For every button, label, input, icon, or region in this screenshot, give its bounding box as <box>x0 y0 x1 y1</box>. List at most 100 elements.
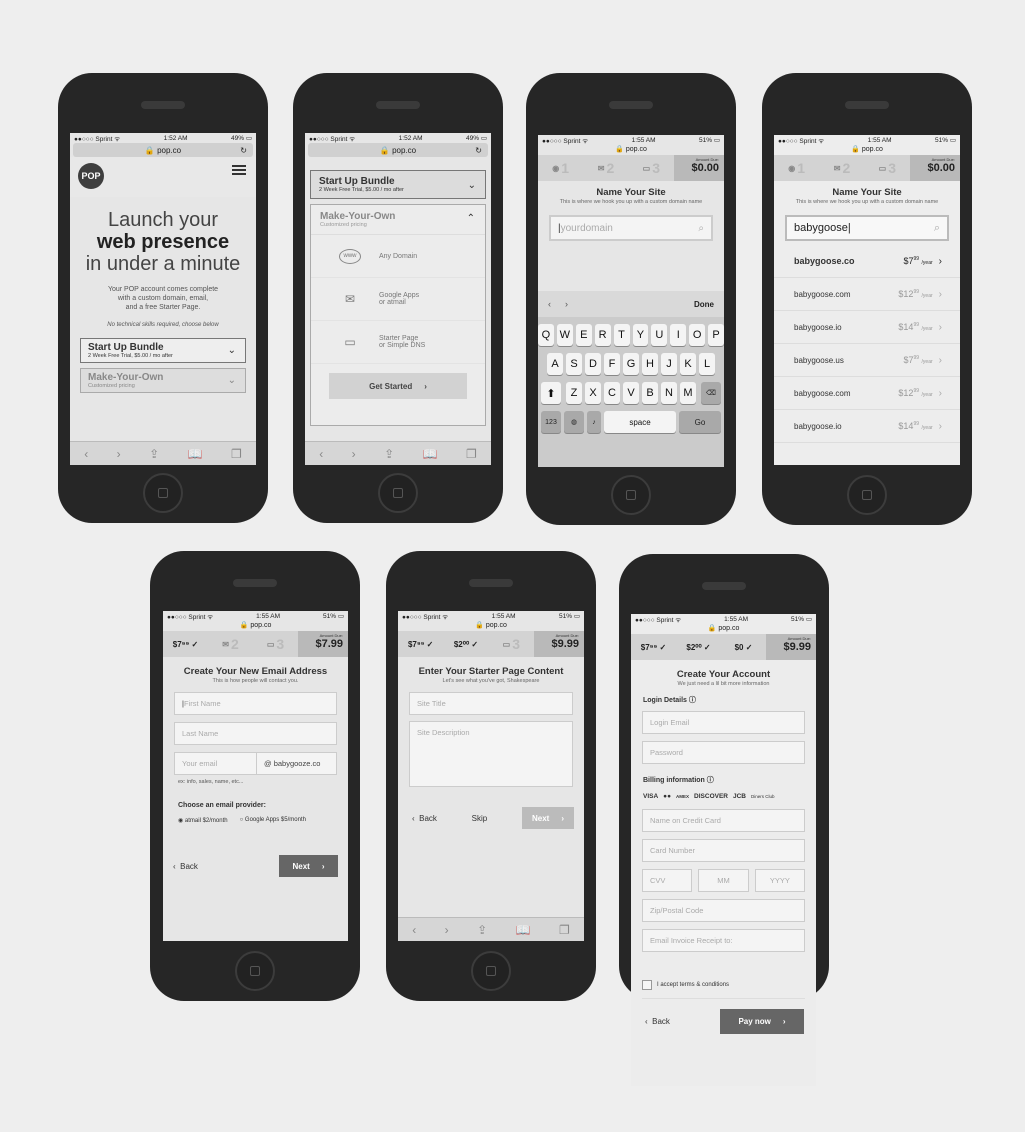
next-button[interactable]: Next › <box>279 855 338 877</box>
domain-search-input[interactable]: | yourdomain ⌕ <box>549 215 713 241</box>
key-i[interactable]: I <box>670 324 687 346</box>
year-input[interactable]: YYYY <box>754 869 805 892</box>
domain-result-row[interactable]: babygoose.com $1299 /year › <box>774 377 960 410</box>
key-p[interactable]: P <box>708 324 724 346</box>
bundle-dropdown[interactable]: Start Up Bundle 2 Week Free Trial, $5.00… <box>310 170 486 199</box>
site-description-input[interactable]: Site Description <box>409 721 573 787</box>
back-icon[interactable]: ‹ <box>84 447 88 461</box>
bundle-dropdown[interactable]: Start Up Bundle 2 Week Free Trial, $5.00… <box>80 338 246 363</box>
cvv-input[interactable]: CVV <box>642 869 693 892</box>
make-your-own-dropdown[interactable]: Make-Your-Own Customized pricing ⌄ <box>80 368 246 393</box>
key-n[interactable]: N <box>661 382 677 404</box>
go-key[interactable]: Go <box>679 411 721 433</box>
tabs-icon[interactable]: ❐ <box>466 447 477 461</box>
bookmarks-icon[interactable]: 📖 <box>516 923 531 937</box>
delete-key[interactable]: ⌫ <box>701 382 721 404</box>
share-icon[interactable]: ⇪ <box>477 923 487 937</box>
shift-key[interactable]: ⬆ <box>541 382 561 404</box>
key-j[interactable]: J <box>661 353 677 375</box>
get-started-button[interactable]: Get Started › <box>329 373 467 399</box>
key-d[interactable]: D <box>585 353 601 375</box>
option-any-domain[interactable]: www Any Domain <box>311 235 485 278</box>
url-text[interactable]: 🔒 pop.co <box>398 621 584 631</box>
provider-google-radio[interactable]: ○ Google Apps $5/month <box>240 817 306 824</box>
domain-result-row[interactable]: babygoose.co $799 /year › <box>774 245 960 278</box>
back-button[interactable]: ‹ Back <box>173 862 198 871</box>
forward-icon[interactable]: › <box>117 447 121 461</box>
url-text[interactable]: 🔒 pop.co <box>774 145 960 155</box>
back-icon[interactable]: ‹ <box>319 447 323 461</box>
key-e[interactable]: E <box>575 324 592 346</box>
key-k[interactable]: K <box>680 353 696 375</box>
back-icon[interactable]: ‹ <box>412 923 416 937</box>
space-key[interactable]: space <box>604 411 676 433</box>
share-icon[interactable]: ⇪ <box>149 447 159 461</box>
key-y[interactable]: Y <box>632 324 649 346</box>
key-w[interactable]: W <box>556 324 573 346</box>
name-on-card-input[interactable]: Name on Credit Card <box>642 809 805 832</box>
option-starter-page[interactable]: ▭ Starter Page or Simple DNS <box>311 321 485 364</box>
key-r[interactable]: R <box>594 324 611 346</box>
forward-icon[interactable]: › <box>445 923 449 937</box>
url-bar[interactable]: 🔒 pop.co ↻ <box>73 143 253 157</box>
next-button[interactable]: Next › <box>522 807 574 829</box>
tabs-icon[interactable]: ❐ <box>231 447 242 461</box>
key-g[interactable]: G <box>623 353 639 375</box>
card-number-input[interactable]: Card Number <box>642 839 805 862</box>
done-button[interactable]: Done <box>694 300 714 309</box>
share-icon[interactable]: ⇪ <box>384 447 394 461</box>
domain-result-row[interactable]: babygoose.us $799 /year › <box>774 344 960 377</box>
provider-atmail-radio[interactable]: ◉ atmail $2/month <box>178 817 228 824</box>
key-v[interactable]: V <box>623 382 639 404</box>
key-f[interactable]: F <box>604 353 620 375</box>
key-o[interactable]: O <box>689 324 706 346</box>
key-a[interactable]: A <box>547 353 563 375</box>
globe-key-icon[interactable]: ◍ <box>564 411 584 433</box>
last-name-input[interactable]: Last Name <box>174 722 337 745</box>
key-h[interactable]: H <box>642 353 658 375</box>
make-your-own-header[interactable]: Make-Your-Own Customized pricing ⌃ <box>311 205 485 235</box>
back-button[interactable]: ‹ Back <box>645 1017 670 1026</box>
domain-search-input[interactable]: babygoose | ⌕ <box>785 215 949 241</box>
domain-result-row[interactable]: babygoose.com $1299 /year › <box>774 278 960 311</box>
key-c[interactable]: C <box>604 382 620 404</box>
url-text[interactable]: 🔒 pop.co <box>631 624 816 634</box>
domain-result-row[interactable]: babygoose.io $1499 /year › <box>774 410 960 443</box>
first-name-input[interactable]: | First Name <box>174 692 337 715</box>
numbers-key[interactable]: 123 <box>541 411 561 433</box>
reload-icon[interactable]: ↻ <box>475 146 482 155</box>
url-text[interactable]: 🔒 pop.co <box>538 145 724 155</box>
bookmarks-icon[interactable]: 📖 <box>188 447 203 461</box>
key-q[interactable]: Q <box>538 324 554 346</box>
forward-icon[interactable]: › <box>352 447 356 461</box>
tabs-icon[interactable]: ❐ <box>559 923 570 937</box>
url-bar[interactable]: 🔒 pop.co ↻ <box>308 143 488 157</box>
terms-label[interactable]: I accept terms & conditions <box>657 982 729 988</box>
terms-checkbox[interactable] <box>642 980 652 990</box>
bookmarks-icon[interactable]: 📖 <box>423 447 438 461</box>
key-t[interactable]: T <box>613 324 630 346</box>
domain-result-row[interactable]: babygoose.io $1499 /year › <box>774 311 960 344</box>
pop-logo[interactable]: POP <box>78 163 104 189</box>
key-x[interactable]: X <box>585 382 601 404</box>
reload-icon[interactable]: ↻ <box>240 146 247 155</box>
key-u[interactable]: U <box>651 324 668 346</box>
site-title-input[interactable]: Site Title <box>409 692 573 715</box>
prev-field-icon[interactable]: ‹ <box>548 299 551 309</box>
back-button[interactable]: ‹ Back <box>412 814 437 823</box>
hamburger-menu-icon[interactable] <box>232 165 246 177</box>
login-email-input[interactable]: Login Email <box>642 711 805 734</box>
option-email[interactable]: ✉ Google Apps or atmail <box>311 278 485 321</box>
zip-input[interactable]: Zip/Postal Code <box>642 899 805 922</box>
key-s[interactable]: S <box>566 353 582 375</box>
password-input[interactable]: Password <box>642 741 805 764</box>
url-text[interactable]: 🔒 pop.co <box>163 621 348 631</box>
microphone-icon[interactable]: ♪ <box>587 411 601 433</box>
pay-now-button[interactable]: Pay now › <box>720 1009 804 1034</box>
key-l[interactable]: L <box>699 353 715 375</box>
skip-button[interactable]: Skip <box>472 814 488 823</box>
month-input[interactable]: MM <box>698 869 749 892</box>
invoice-email-input[interactable]: Email Invoice Receipt to: <box>642 929 805 952</box>
key-b[interactable]: B <box>642 382 658 404</box>
email-input[interactable]: Your email <box>174 752 257 775</box>
